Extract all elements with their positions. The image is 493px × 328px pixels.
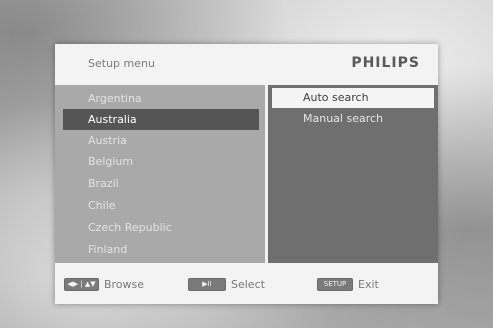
country-item-chile[interactable]: Chile bbox=[63, 195, 259, 216]
country-item-finland[interactable]: Finland bbox=[63, 239, 259, 260]
browse-label: Browse bbox=[104, 277, 145, 291]
country-item-brazil[interactable]: Brazil bbox=[63, 173, 259, 194]
country-item-austria[interactable]: Austria bbox=[63, 130, 259, 151]
select-hint: ▶II Select bbox=[188, 276, 265, 292]
setup-key-icon: SETUP bbox=[317, 277, 353, 291]
menu-title: Setup menu bbox=[88, 57, 155, 70]
country-item-australia[interactable]: Australia bbox=[63, 109, 259, 130]
country-list: Argentina Australia Austria Belgium Braz… bbox=[55, 85, 265, 263]
country-item-belgium[interactable]: Belgium bbox=[63, 151, 259, 172]
exit-hint: SETUP Exit bbox=[317, 276, 379, 292]
browse-key-icon: ◀▶ | ▲▼ bbox=[64, 277, 99, 291]
country-item-argentina[interactable]: Argentina bbox=[63, 88, 259, 109]
brand-logo: PHILIPS bbox=[351, 55, 420, 71]
search-options-panel: Auto search Manual search bbox=[268, 85, 438, 263]
browse-hint: ◀▶ | ▲▼ Browse bbox=[64, 276, 144, 292]
exit-label: Exit bbox=[358, 277, 379, 291]
auto-search-option[interactable]: Auto search bbox=[272, 88, 434, 108]
manual-search-option[interactable]: Manual search bbox=[272, 109, 434, 129]
footer-hints: ◀▶ | ▲▼ Browse ▶II Select SETUP Exit bbox=[55, 263, 438, 304]
menu-header: Setup menu PHILIPS bbox=[55, 44, 438, 85]
setup-menu-dialog: Setup menu PHILIPS Argentina Australia A… bbox=[55, 44, 438, 304]
country-item-czech-republic[interactable]: Czech Republic bbox=[63, 217, 259, 238]
play-pause-key-icon: ▶II bbox=[188, 277, 226, 291]
select-label: Select bbox=[231, 277, 265, 291]
